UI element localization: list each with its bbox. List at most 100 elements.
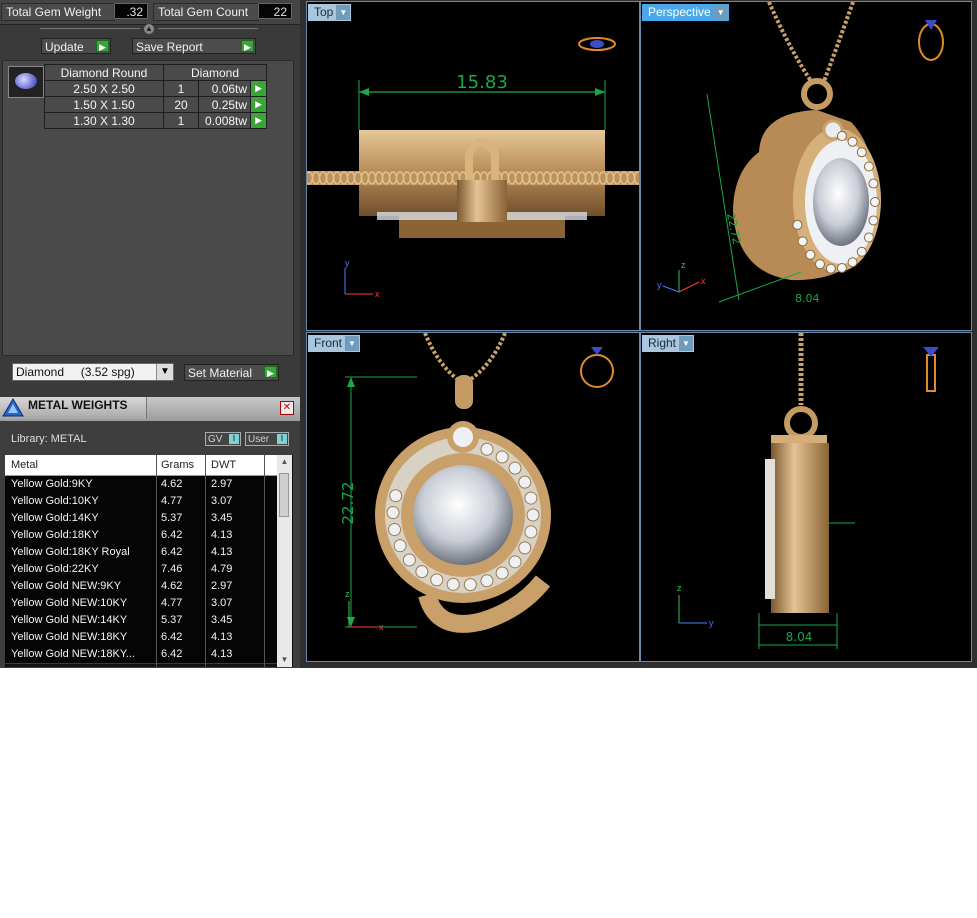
metal-weights-tab[interactable]: METAL WEIGHTS xyxy=(0,397,147,419)
metal-name: Yellow Gold NEW:18KY... xyxy=(11,648,135,660)
total-gem-weight-label: Total Gem Weight xyxy=(1,3,115,21)
table-row[interactable]: Yellow Gold NEW:10KY 4.77 3.07 xyxy=(5,595,277,613)
table-row[interactable]: Yellow Gold:18KY 6.42 4.13 xyxy=(5,527,277,545)
user-toggle[interactable]: User I xyxy=(245,432,289,446)
column-divider xyxy=(156,455,157,667)
play-arrow-icon[interactable]: ▶ xyxy=(250,80,267,97)
application-window: Total Gem Weight .32 Total Gem Count 22 … xyxy=(0,0,977,668)
diamond-round-icon[interactable] xyxy=(8,66,44,98)
front-view-render: 22.72 z x xyxy=(339,333,614,633)
table-row[interactable]: Yellow Gold:14KY 5.37 3.45 xyxy=(5,510,277,528)
chevron-down-icon[interactable]: ▼ xyxy=(713,5,728,20)
metal-grams: 4.62 xyxy=(161,580,183,592)
viewport-top[interactable]: 15.83 y x Top ▼ xyxy=(306,1,640,331)
table-row[interactable]: Yellow Gold NEW:14KY 5.37 3.45 xyxy=(5,612,277,630)
play-arrow-icon[interactable]: ▶ xyxy=(250,112,267,129)
table-row[interactable]: Yellow Gold NEW:9KY 4.62 2.97 xyxy=(5,578,277,596)
metal-name: Yellow Gold:18KY xyxy=(11,529,99,541)
table-row[interactable]: Yellow Gold NEW:18KY 6.42 4.13 xyxy=(5,629,277,647)
metal-grams: 6.42 xyxy=(161,529,183,541)
divider xyxy=(40,28,140,29)
metal-dwt: 3.07 xyxy=(211,597,233,609)
chevron-down-icon[interactable]: ▼ xyxy=(336,5,351,20)
material-select[interactable]: Diamond (3.52 spg) ▼ xyxy=(12,363,174,381)
axis-gizmo-icon: z x y xyxy=(657,260,706,293)
chevron-down-icon[interactable]: ▼ xyxy=(679,336,694,351)
collapse-toggle-icon[interactable]: ▲ xyxy=(144,24,154,34)
metal-name: Yellow Gold:9KY xyxy=(11,478,93,490)
table-row[interactable]: Yellow Gold:9KY 4.62 2.97 xyxy=(5,476,277,494)
right-view-render: 8.04 z y xyxy=(677,333,939,649)
right-dimension: 8.04 xyxy=(786,630,813,644)
gem-weight: 0.008tw xyxy=(198,112,252,129)
scroll-up-icon[interactable]: ▲ xyxy=(277,455,292,469)
close-icon[interactable]: ✕ xyxy=(280,401,294,415)
gem-table-header: Diamond Round Diamond xyxy=(44,64,267,81)
front-dimension: 22.72 xyxy=(339,482,357,525)
table-row: 1.50 X 1.50 20 0.25tw ▶ xyxy=(44,96,267,113)
top-dimension: 15.83 xyxy=(456,72,508,93)
svg-text:x: x xyxy=(375,289,380,299)
metal-column-header[interactable]: Metal xyxy=(11,459,38,471)
metal-weights-table: Metal Grams DWT Yellow Gold:9KY 4.62 2.97 Y… xyxy=(5,455,293,667)
update-button[interactable]: Update ▶ xyxy=(41,38,111,54)
viewport-front-tab[interactable]: Front ▼ xyxy=(308,335,361,352)
table-row[interactable]: Yellow Gold:18KY Royal 6.42 4.13 xyxy=(5,544,277,562)
chevron-down-icon: ▼ xyxy=(156,364,173,380)
gv-toggle[interactable]: GV I xyxy=(205,432,241,446)
axis-gizmo-icon: z y xyxy=(677,583,714,628)
gem-weight: 0.25tw xyxy=(198,96,252,113)
gem-table: Diamond Round Diamond 2.50 X 2.50 1 0.06… xyxy=(44,64,267,129)
metal-dwt: 3.07 xyxy=(211,495,233,507)
set-material-button[interactable]: Set Material ▶ xyxy=(184,364,279,381)
metal-dwt: 4.79 xyxy=(211,563,233,575)
gem-size: 2.50 X 2.50 xyxy=(44,80,164,97)
chevron-down-icon[interactable]: ▼ xyxy=(345,336,360,351)
save-report-button[interactable]: Save Report ▶ xyxy=(132,38,256,54)
metal-grams: 6.42 xyxy=(161,631,183,643)
material-selected-value: Diamond (3.52 spg) xyxy=(16,365,135,379)
total-gem-count-label: Total Gem Count xyxy=(153,3,259,21)
scrollbar-thumb[interactable] xyxy=(279,473,289,517)
left-panel: Total Gem Weight .32 Total Gem Count 22 … xyxy=(0,0,300,668)
top-view-render: 15.83 y x xyxy=(307,37,639,299)
app-logo-icon xyxy=(2,398,24,417)
viewport-right[interactable]: 8.04 z y Right ▼ xyxy=(640,332,972,662)
metal-name: Yellow Gold NEW:14KY xyxy=(11,614,128,626)
viewport-top-tab[interactable]: Top ▼ xyxy=(308,4,352,21)
set-material-label: Set Material xyxy=(188,366,253,380)
dwt-column-header[interactable]: DWT xyxy=(211,459,236,471)
svg-text:x: x xyxy=(379,622,384,632)
metal-name: Yellow Gold:22KY xyxy=(11,563,99,575)
viewport-right-label: Right xyxy=(648,336,677,350)
play-arrow-icon[interactable]: ▶ xyxy=(250,96,267,113)
metal-dwt: 3.45 xyxy=(211,512,233,524)
column-divider xyxy=(264,455,265,667)
svg-text:y: y xyxy=(709,618,714,628)
library-label: Library: METAL xyxy=(11,433,87,445)
gem-weight: 0.06tw xyxy=(198,80,252,97)
table-row: 2.50 X 2.50 1 0.06tw ▶ xyxy=(44,80,267,97)
gem-count: 1 xyxy=(162,80,200,97)
ring-thumbnail-icon xyxy=(580,347,614,388)
viewport-right-tab[interactable]: Right ▼ xyxy=(642,335,695,352)
perspective-dimension-b: 8.04 xyxy=(795,292,820,305)
viewport-perspective-tab[interactable]: Perspective ▼ xyxy=(642,4,729,21)
grams-column-header[interactable]: Grams xyxy=(161,459,194,471)
table-row[interactable]: Yellow Gold NEW:18KY... 6.42 4.13 xyxy=(5,646,277,664)
metal-grams: 4.77 xyxy=(161,495,183,507)
column-divider xyxy=(205,455,206,667)
save-report-label: Save Report xyxy=(136,40,203,54)
table-row[interactable]: Yellow Gold:22KY 7.46 4.79 xyxy=(5,561,277,579)
table-row[interactable]: Yellow Gold:10KY 4.77 3.07 xyxy=(5,493,277,511)
ring-thumbnail-icon xyxy=(918,20,944,61)
viewport-front-label: Front xyxy=(314,336,343,350)
metal-dwt: 4.13 xyxy=(211,529,233,541)
viewport-perspective[interactable]: 22.72 8.04 z x y Perspective ▼ xyxy=(640,1,972,331)
viewport-front[interactable]: 22.72 z x Front ▼ xyxy=(306,332,640,662)
play-arrow-icon: ▶ xyxy=(241,40,254,52)
gem-size: 1.30 X 1.30 xyxy=(44,112,164,129)
metal-grams: 6.42 xyxy=(161,546,183,558)
metal-table-scrollbar[interactable]: ▲ ▼ xyxy=(277,455,292,667)
scroll-down-icon[interactable]: ▼ xyxy=(277,653,292,667)
